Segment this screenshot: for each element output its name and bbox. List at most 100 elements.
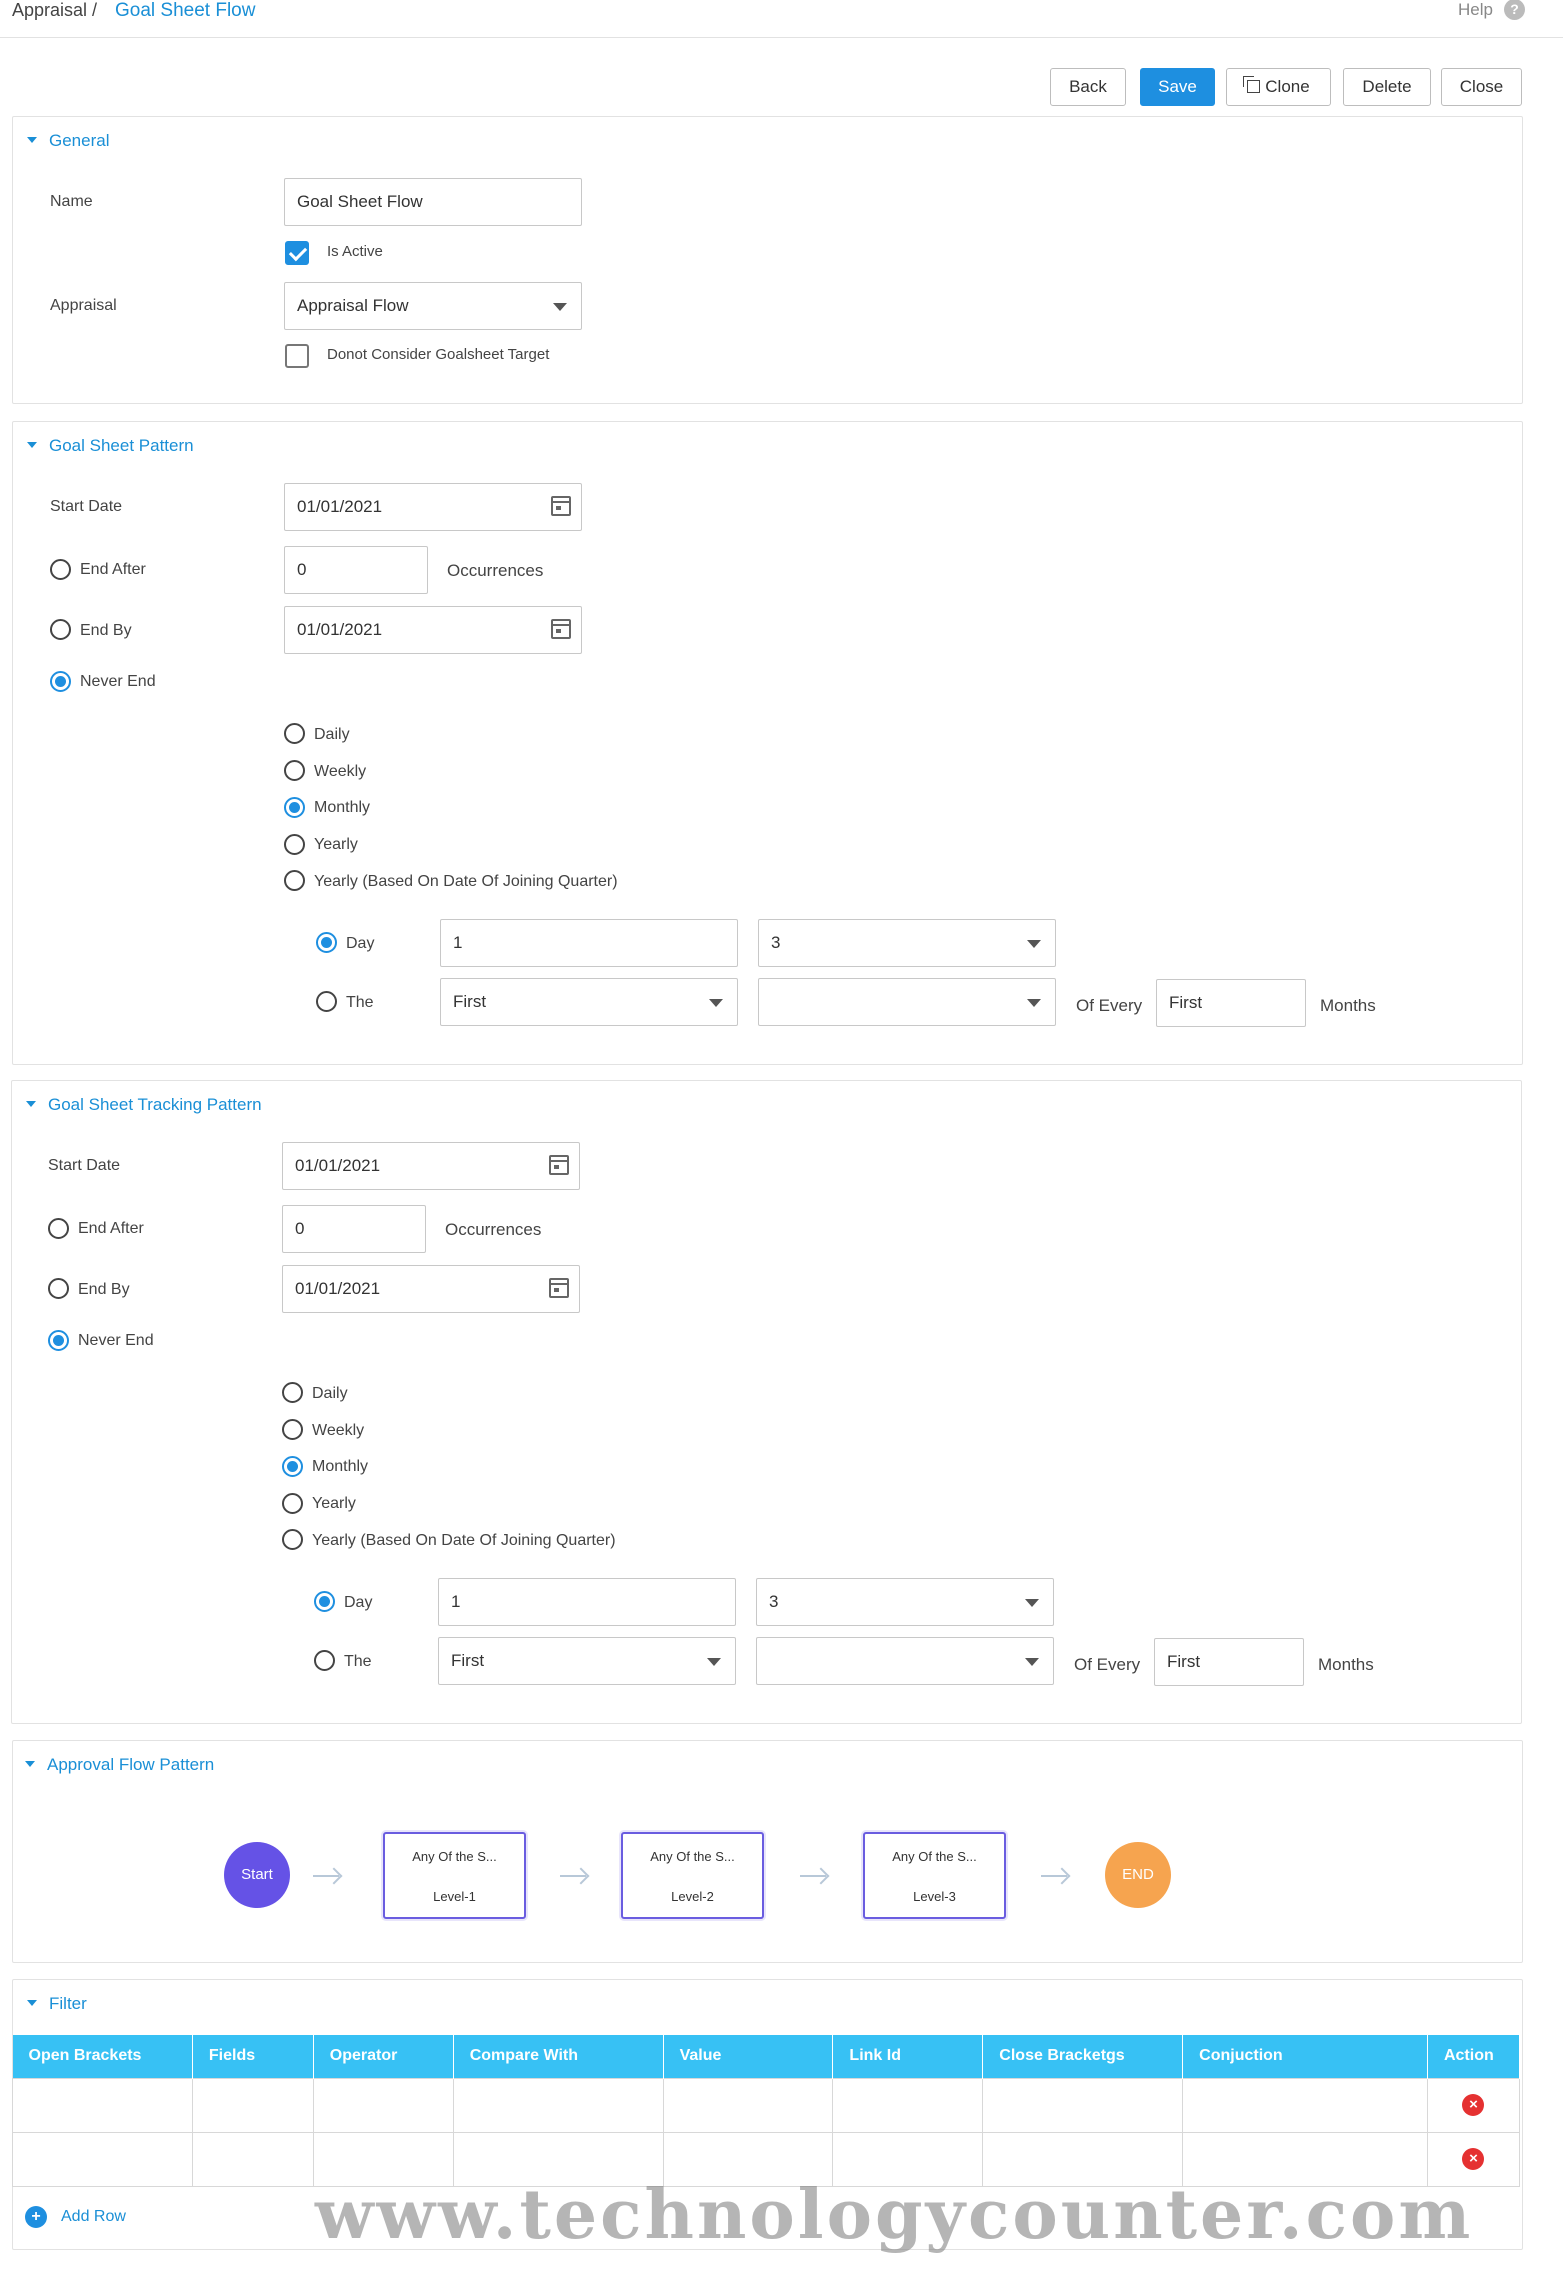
the-select[interactable]: First [440, 978, 738, 1026]
the-radio[interactable] [316, 991, 337, 1012]
filter-table-header: Open Brackets Fields Operator Compare Wi… [12, 2035, 1521, 2078]
back-button[interactable]: Back [1050, 68, 1126, 106]
yearly-doj-label: Yearly (Based On Date Of Joining Quarter… [312, 1532, 616, 1549]
table-cell[interactable] [832, 2077, 984, 2133]
end-after-input[interactable]: 0 [284, 546, 428, 594]
delete-row-icon[interactable]: × [1462, 2148, 1485, 2170]
clone-button[interactable]: Clone [1226, 68, 1331, 106]
day-month-select[interactable]: 3 [758, 919, 1056, 967]
general-panel-header[interactable]: General [27, 131, 109, 151]
filter-header[interactable]: Filter [27, 1994, 87, 2014]
flow-level-text: Any Of the S... [892, 1849, 977, 1864]
end-after-radio[interactable] [48, 1218, 69, 1239]
yearly-doj-radio[interactable] [284, 870, 305, 891]
add-row-button[interactable]: + Add Row [25, 2206, 126, 2228]
delete-button[interactable]: Delete [1343, 68, 1431, 106]
table-cell[interactable] [662, 2077, 834, 2133]
end-after-label: End After [78, 1220, 144, 1237]
table-cell[interactable] [12, 2077, 193, 2133]
flow-level-text: Any Of the S... [650, 1849, 735, 1864]
column-header: Conjuction [1182, 2035, 1428, 2078]
start-date-input[interactable]: 01/01/2021 [284, 483, 582, 531]
never-end-label: Never End [78, 1332, 154, 1349]
table-cell[interactable] [1182, 2077, 1428, 2133]
name-input[interactable]: Goal Sheet Flow [284, 178, 582, 226]
never-end-radio[interactable] [48, 1330, 69, 1351]
daily-radio[interactable] [284, 723, 305, 744]
is-active-checkbox[interactable] [285, 241, 309, 265]
the-weekday-select[interactable] [758, 978, 1056, 1026]
never-end-radio[interactable] [50, 671, 71, 692]
end-by-input[interactable]: 01/01/2021 [284, 606, 582, 654]
the-select-value: First [453, 992, 487, 1011]
table-cell[interactable] [191, 2077, 314, 2133]
yearly-radio[interactable] [282, 1493, 303, 1514]
day-input[interactable]: 1 [440, 919, 738, 967]
delete-row-icon[interactable]: × [1462, 2094, 1485, 2116]
end-by-input[interactable]: 01/01/2021 [282, 1265, 580, 1313]
yearly-doj-radio[interactable] [282, 1529, 303, 1550]
day-input[interactable]: 1 [438, 1578, 736, 1626]
approval-flow-header[interactable]: Approval Flow Pattern [25, 1755, 214, 1775]
appraisal-select[interactable]: Appraisal Flow [284, 282, 582, 330]
help-icon[interactable]: ? [1504, 0, 1525, 20]
the-radio[interactable] [314, 1650, 335, 1671]
chevron-down-icon [27, 136, 37, 143]
clone-label: Clone [1265, 77, 1310, 96]
end-after-radio[interactable] [50, 559, 71, 580]
monthly-radio[interactable] [284, 797, 305, 818]
months-label: Months [1320, 996, 1376, 1015]
of-every-input[interactable]: First [1154, 1638, 1304, 1686]
of-every-input[interactable]: First [1156, 979, 1306, 1027]
table-cell[interactable] [191, 2131, 314, 2187]
goal-sheet-pattern-header[interactable]: Goal Sheet Pattern [27, 436, 194, 456]
start-date-input[interactable]: 01/01/2021 [282, 1142, 580, 1190]
flow-level-node[interactable]: Any Of the S... Level-1 [383, 1832, 526, 1919]
save-button[interactable]: Save [1140, 68, 1215, 106]
flow-level-node[interactable]: Any Of the S... Level-3 [863, 1832, 1006, 1919]
table-cell[interactable] [982, 2077, 1184, 2133]
end-by-radio[interactable] [50, 619, 71, 640]
watermark: www.technologycounter.com [315, 2175, 1474, 2255]
monthly-label: Monthly [312, 1458, 369, 1475]
tracking-pattern-header[interactable]: Goal Sheet Tracking Pattern [26, 1095, 262, 1115]
arrow-right-icon [313, 1875, 339, 1877]
the-select-value: First [451, 1651, 485, 1670]
end-by-radio[interactable] [48, 1278, 69, 1299]
calendar-icon[interactable] [551, 619, 571, 639]
start-date-label: Start Date [50, 498, 123, 515]
general-title: General [49, 131, 110, 150]
the-select[interactable]: First [438, 1637, 736, 1685]
end-by-value: 01/01/2021 [297, 620, 383, 639]
flow-start-node[interactable]: Start [224, 1842, 290, 1908]
yearly-radio[interactable] [284, 834, 305, 855]
occurrences-label: Occurrences [445, 1220, 542, 1239]
help-link[interactable]: Help [1458, 0, 1493, 20]
breadcrumb-root[interactable]: Appraisal / [12, 0, 97, 21]
table-cell[interactable] [12, 2131, 193, 2187]
the-weekday-select[interactable] [756, 1637, 1054, 1685]
weekly-radio[interactable] [282, 1419, 303, 1440]
of-every-label: Of Every [1076, 996, 1143, 1015]
daily-radio[interactable] [282, 1382, 303, 1403]
plus-icon: + [25, 2206, 47, 2228]
flow-level-label: Level-3 [913, 1889, 956, 1904]
end-after-input[interactable]: 0 [282, 1205, 426, 1253]
close-button[interactable]: Close [1441, 68, 1522, 106]
flow-level-node[interactable]: Any Of the S... Level-2 [621, 1832, 764, 1919]
flow-end-node[interactable]: END [1105, 1842, 1171, 1908]
column-header: Fields [192, 2035, 314, 2078]
day-radio[interactable] [314, 1591, 335, 1612]
table-cell[interactable] [312, 2077, 454, 2133]
filter-title: Filter [49, 1994, 87, 2013]
calendar-icon[interactable] [551, 496, 571, 516]
day-month-select[interactable]: 3 [756, 1578, 1054, 1626]
yearly-doj-label: Yearly (Based On Date Of Joining Quarter… [314, 873, 618, 890]
calendar-icon[interactable] [549, 1155, 569, 1175]
donot-consider-checkbox[interactable] [285, 344, 309, 368]
monthly-radio[interactable] [282, 1456, 303, 1477]
table-cell[interactable] [452, 2077, 664, 2133]
day-radio[interactable] [316, 932, 337, 953]
calendar-icon[interactable] [549, 1278, 569, 1298]
weekly-radio[interactable] [284, 760, 305, 781]
